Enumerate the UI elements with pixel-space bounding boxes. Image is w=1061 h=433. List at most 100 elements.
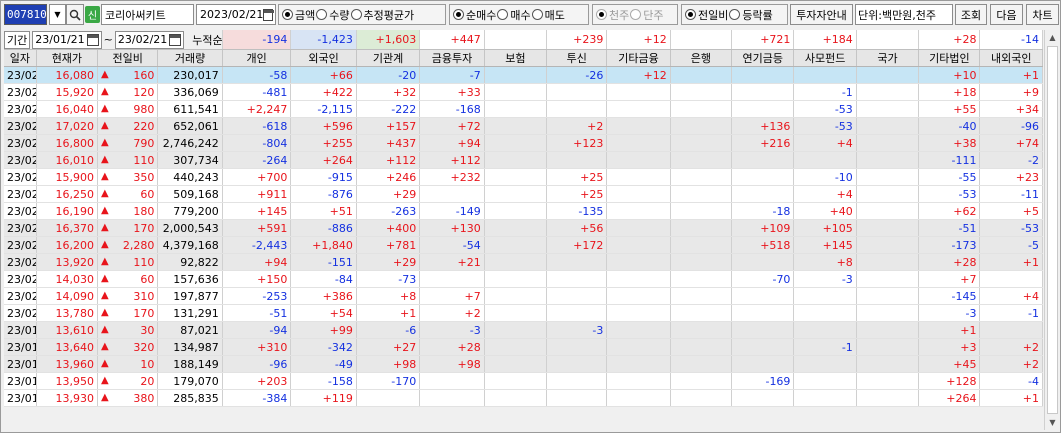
table-cell: 15,900 xyxy=(36,168,99,186)
table-row[interactable]: 23/02/0113,780▲ 170131,291-51+54+1+2 -3-1 xyxy=(4,304,1043,322)
column-header[interactable]: 개인 xyxy=(222,49,292,67)
vertical-scrollbar[interactable]: ▲ ▼ xyxy=(1044,30,1059,430)
next-button[interactable]: 다음 xyxy=(990,4,1023,25)
radio-dot xyxy=(630,9,642,20)
table-cell: ▲ 110 xyxy=(97,253,159,271)
table-cell: +1 xyxy=(918,321,981,339)
column-header[interactable]: 내외국인 xyxy=(979,49,1043,67)
table-row[interactable]: 23/02/2116,080▲160230,017-58+66-20-7-26+… xyxy=(4,66,1043,84)
table-row[interactable]: 23/02/1516,800▲7902,746,242-804+255+437+… xyxy=(4,134,1043,152)
column-header[interactable]: 보험 xyxy=(484,49,548,67)
column-header[interactable]: 현재가 xyxy=(36,49,99,67)
table-cell: 23/02/16 xyxy=(4,117,37,135)
stock-code-input[interactable]: 007810 xyxy=(4,4,47,25)
table-cell xyxy=(793,304,857,322)
radio-prev-day[interactable]: 전일비 xyxy=(685,7,728,23)
scroll-down-icon[interactable]: ▼ xyxy=(1045,415,1060,430)
table-cell xyxy=(856,219,920,237)
table-cell xyxy=(793,389,857,407)
table-row[interactable]: 23/02/1315,900▲350440,243+700-915+246+23… xyxy=(4,168,1043,186)
table-row[interactable]: 23/01/3113,610▲3087,021-94+99-6-3-3+1 xyxy=(4,321,1043,339)
table-row[interactable]: 23/02/1016,250▲ 60509,168+911-876+29 +25 +4… xyxy=(4,185,1043,203)
scroll-thumb[interactable] xyxy=(1047,46,1058,414)
table-cell: ▲ 350 xyxy=(97,168,159,186)
query-button[interactable]: 조회 xyxy=(955,4,987,25)
table-cell: -7 xyxy=(419,66,485,84)
table-cell xyxy=(856,287,920,305)
table-cell xyxy=(606,321,671,339)
column-header[interactable]: 기관계 xyxy=(356,49,421,67)
table-cell: -145 xyxy=(918,287,981,305)
table-row[interactable]: 23/02/1716,040▲ 980611,541+2,247-2,115-22… xyxy=(4,100,1043,118)
calendar-icon[interactable] xyxy=(86,33,99,46)
table-cell: 23/02/15 xyxy=(4,134,37,152)
column-header[interactable]: 기타법인 xyxy=(918,49,981,67)
table-row[interactable]: 23/01/2613,950▲ 20179,070+203-158-170 -169… xyxy=(4,372,1043,390)
table-cell xyxy=(731,355,795,373)
radio-avg-price[interactable]: 추정평균가 xyxy=(350,7,414,23)
table-cell: -3 xyxy=(419,321,485,339)
table-row[interactable]: 23/01/3013,640▲ 320134,987+310-342+27+28 -… xyxy=(4,338,1043,356)
change-value: 980 xyxy=(133,102,155,116)
table-cell: 23/02/14 xyxy=(4,151,37,169)
calendar-icon[interactable] xyxy=(169,33,182,46)
radio-quantity[interactable]: 수량 xyxy=(316,7,350,23)
chart-button[interactable]: 차트 xyxy=(1026,4,1059,25)
table-cell: -384 xyxy=(222,389,292,407)
column-header[interactable]: 투신 xyxy=(546,49,608,67)
column-header[interactable]: 연기금등 xyxy=(731,49,795,67)
table-row[interactable]: 23/02/0716,200▲ 2,2804,379,168-2,443+1,84… xyxy=(4,236,1043,254)
table-row[interactable]: 23/02/0314,030▲ 60157,636+150-84-73 -70-3 +… xyxy=(4,270,1043,288)
table-cell: -253 xyxy=(222,287,292,305)
unit-radio-group: 천주 단주 xyxy=(592,4,678,25)
table-row[interactable]: 23/01/2713,960▲10188,149-96-49+98+98+45+… xyxy=(4,355,1043,373)
column-header[interactable]: 금융투자 xyxy=(419,49,485,67)
calendar-icon[interactable] xyxy=(263,8,274,21)
summary-cell: +28 xyxy=(918,30,981,50)
date-picker[interactable]: 2023/02/21 xyxy=(196,4,276,25)
table-row[interactable]: 23/02/0816,370▲1702,000,543+591-886+400+… xyxy=(4,219,1043,237)
table-row[interactable]: 23/01/2513,930▲ 380285,835-384+119 +264+1 xyxy=(4,389,1043,407)
triangle-up-icon: ▲ xyxy=(101,119,109,131)
radio-amount[interactable]: 금액 xyxy=(282,7,315,23)
table-cell: 652,061 xyxy=(157,117,223,135)
stock-code-dropdown[interactable]: ▼ xyxy=(49,4,66,25)
search-button[interactable] xyxy=(66,4,84,25)
table-cell: +310 xyxy=(222,338,292,356)
column-header[interactable]: 거래량 xyxy=(157,49,223,67)
table-row[interactable]: 23/02/0613,920▲ 11092,822+94-151+29+21 +8 +… xyxy=(4,253,1043,271)
radio-sell[interactable]: 매도 xyxy=(531,7,565,23)
table-cell: +45 xyxy=(918,355,981,373)
table-cell: -3 xyxy=(793,270,857,288)
table-cell xyxy=(606,389,671,407)
period-to[interactable]: 23/02/21 xyxy=(114,30,185,49)
table-row[interactable]: 23/02/0214,090▲ 310197,877-253+386+8+7 -14… xyxy=(4,287,1043,305)
table-row[interactable]: 23/02/2015,920▲ 120336,069-481+422+32+33 -… xyxy=(4,83,1043,101)
table-row[interactable]: 23/02/0916,190▲ 180779,200+145+51-263-149… xyxy=(4,202,1043,220)
investor-info-button[interactable]: 투자자안내 xyxy=(790,4,853,25)
table-row[interactable]: 23/02/1617,020▲ 220652,061-618+596+157+72… xyxy=(4,117,1043,135)
table-cell xyxy=(606,236,671,254)
table-row[interactable]: 23/02/1416,010▲110307,734-264+264+112+11… xyxy=(4,151,1043,169)
radio-net-buy[interactable]: 순매수 xyxy=(453,7,496,23)
column-header[interactable]: 국가 xyxy=(856,49,920,67)
table-cell: 285,835 xyxy=(157,389,223,407)
scroll-up-icon[interactable]: ▲ xyxy=(1045,30,1060,45)
column-header[interactable]: 일자 xyxy=(4,49,37,67)
column-header[interactable]: 기타금융 xyxy=(606,49,671,67)
period-from[interactable]: 23/01/21 xyxy=(32,30,102,49)
table-cell xyxy=(356,389,421,407)
radio-buy[interactable]: 매수 xyxy=(497,7,531,23)
radio-change-rate[interactable]: 등락률 xyxy=(729,7,773,23)
table-cell xyxy=(670,372,733,390)
column-header[interactable]: 사모펀드 xyxy=(793,49,857,67)
column-header[interactable]: 은행 xyxy=(670,49,733,67)
column-header[interactable]: 전일비 xyxy=(97,49,159,67)
table-cell: -481 xyxy=(222,83,292,101)
table-cell xyxy=(670,253,733,271)
radio-thousand-shares[interactable]: 천주 xyxy=(596,7,629,23)
radio-single-shares[interactable]: 단주 xyxy=(630,7,664,23)
column-header[interactable]: 외국인 xyxy=(290,49,357,67)
change-value: 220 xyxy=(133,119,155,133)
radio-label: 순매수 xyxy=(466,8,497,22)
